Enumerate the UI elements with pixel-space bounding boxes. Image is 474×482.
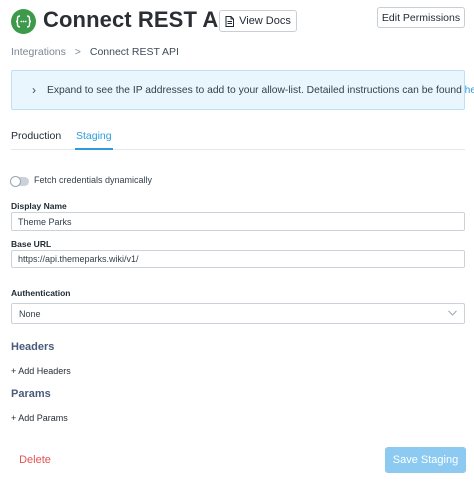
tab-staging[interactable]: Staging xyxy=(75,130,113,150)
headers-section-title: Headers xyxy=(11,341,55,353)
params-section-title: Params xyxy=(11,388,51,400)
base-url-input[interactable] xyxy=(11,250,465,268)
view-docs-label: View Docs xyxy=(239,15,291,27)
page-header: Connect REST API View Docs Edit Permissi… xyxy=(0,0,474,44)
rest-api-braces-icon xyxy=(11,9,36,34)
save-staging-button[interactable]: Save Staging xyxy=(385,447,466,473)
display-name-input[interactable] xyxy=(11,212,465,231)
tab-production[interactable]: Production xyxy=(11,130,61,150)
breadcrumb-item-current: Connect REST API xyxy=(89,46,179,58)
display-name-label: Display Name xyxy=(11,201,67,211)
authentication-select[interactable]: None xyxy=(11,303,465,324)
ip-allowlist-banner[interactable]: › Expand to see the IP addresses to add … xyxy=(11,70,474,110)
toggle-knob xyxy=(10,176,21,187)
authentication-label: Authentication xyxy=(11,288,71,298)
edit-permissions-button[interactable]: Edit Permissions xyxy=(377,7,465,28)
fetch-credentials-toggle[interactable] xyxy=(10,176,29,187)
banner-help-link[interactable]: here xyxy=(465,85,474,96)
base-url-label: Base URL xyxy=(11,239,52,249)
add-headers-button[interactable]: + Add Headers xyxy=(11,366,71,376)
breadcrumb-item-integrations[interactable]: Integrations xyxy=(11,46,66,58)
banner-text: Expand to see the IP addresses to add to… xyxy=(47,85,474,96)
document-icon xyxy=(225,15,235,27)
delete-button[interactable]: Delete xyxy=(11,448,59,472)
view-docs-button[interactable]: View Docs xyxy=(219,10,297,32)
chevron-right-icon[interactable]: › xyxy=(32,83,36,97)
chevron-down-icon xyxy=(448,310,457,316)
add-params-button[interactable]: + Add Params xyxy=(11,413,68,423)
page-title: Connect REST API xyxy=(43,7,240,32)
fetch-credentials-label: Fetch credentials dynamically xyxy=(34,175,153,185)
breadcrumb-separator: > xyxy=(74,46,81,58)
authentication-value: None xyxy=(19,309,41,319)
breadcrumb: Integrations > Connect REST API xyxy=(11,46,179,58)
environment-tabs: Production Staging xyxy=(11,128,465,150)
